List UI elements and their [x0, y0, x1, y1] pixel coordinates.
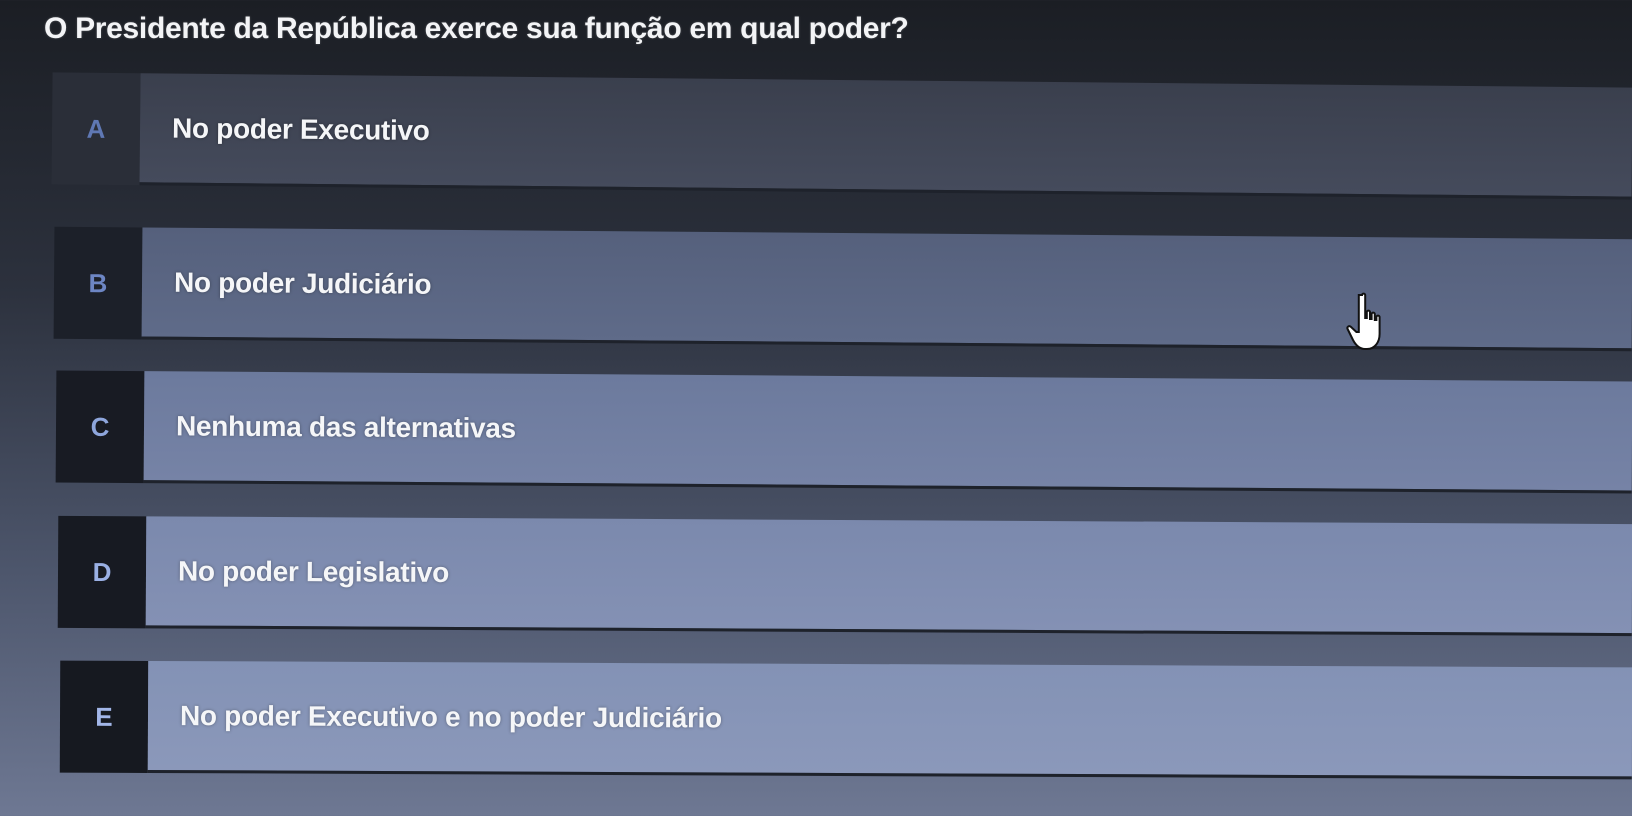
option-text: No poder Executivo e no poder Judiciário	[147, 660, 1632, 780]
option-letter: B	[53, 226, 143, 340]
option-a[interactable]: A No poder Executivo	[51, 72, 1632, 200]
option-text: No poder Legislativo	[145, 516, 1632, 637]
option-letter: C	[55, 370, 145, 484]
option-text: No poder Executivo	[139, 73, 1632, 200]
option-text: No poder Judiciário	[141, 227, 1632, 352]
option-e[interactable]: E No poder Executivo e no poder Judiciár…	[59, 660, 1632, 780]
option-letter: E	[59, 660, 149, 773]
option-d[interactable]: D No poder Legislativo	[57, 515, 1632, 637]
option-c[interactable]: C Nenhuma das alternativas	[55, 370, 1632, 494]
option-letter: D	[57, 515, 147, 629]
option-text: Nenhuma das alternativas	[143, 371, 1632, 494]
question-title: O Presidente da República exerce sua fun…	[44, 12, 909, 45]
option-letter: A	[51, 72, 141, 186]
option-b[interactable]: B No poder Judiciário	[53, 226, 1632, 352]
